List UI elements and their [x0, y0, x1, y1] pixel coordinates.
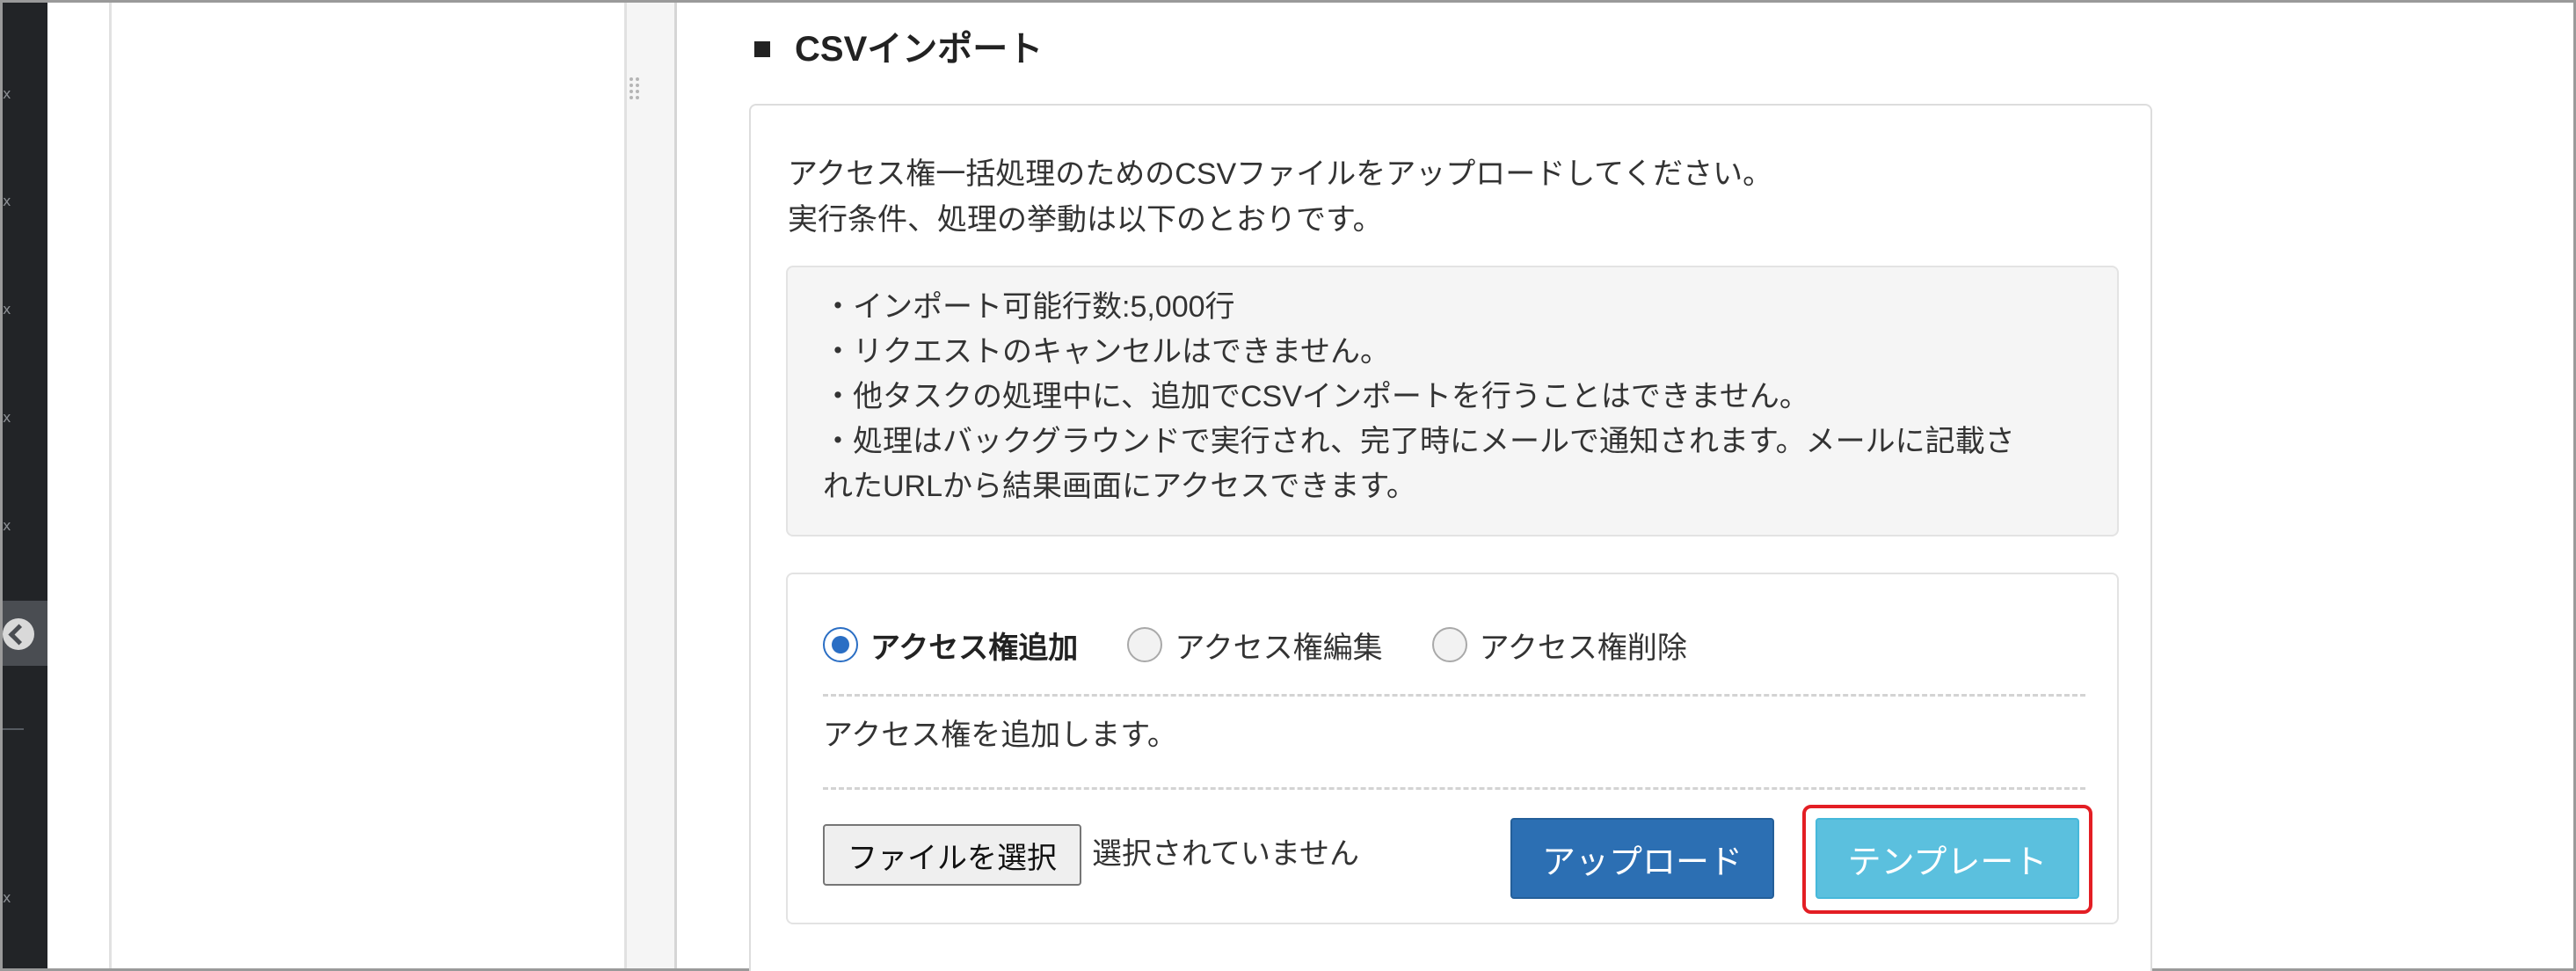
- conditions-box: ・インポート可能行数:5,000行 ・リクエストのキャンセルはできません。 ・他…: [786, 266, 2119, 537]
- nav-mark[interactable]: x: [3, 194, 13, 208]
- nav-collapse-button[interactable]: [3, 601, 47, 666]
- arrow-left-circle-icon: [3, 618, 34, 650]
- dashed-divider: [823, 694, 2085, 697]
- radio-unselected-icon[interactable]: [1431, 627, 1467, 662]
- csv-import-card: アクセス権一括処理のためのCSVファイルをアップロードしてください。 実行条件、…: [749, 104, 2152, 971]
- nav-mark[interactable]: x: [3, 303, 13, 317]
- sidebar-splitter-track: [624, 3, 677, 968]
- nav-mark[interactable]: x: [3, 891, 13, 905]
- sidebar-border: [109, 3, 112, 968]
- section-title-text: CSVインポート: [795, 30, 1044, 69]
- radio-edit-access[interactable]: アクセス権編集: [1127, 624, 1383, 667]
- nav-mark[interactable]: x: [3, 411, 13, 425]
- condition-item: ・リクエストのキャンセルはできません。: [823, 335, 1390, 369]
- condition-item: ・他タスクの処理中に、追加でCSVインポートを行うことはできません。: [823, 380, 1809, 413]
- radio-unselected-icon[interactable]: [1127, 627, 1163, 662]
- choose-file-button[interactable]: ファイルを選択: [823, 824, 1081, 886]
- nav-mark[interactable]: x: [3, 87, 13, 101]
- square-bullet-icon: [754, 41, 770, 57]
- condition-item: ・インポート可能行数:5,000行: [823, 290, 1235, 324]
- radio-label[interactable]: アクセス権編集: [1175, 624, 1382, 667]
- radio-label[interactable]: アクセス権追加: [870, 624, 1078, 667]
- template-button[interactable]: テンプレート: [1816, 818, 2079, 899]
- nav-mark[interactable]: x: [3, 519, 13, 533]
- radio-label[interactable]: アクセス権削除: [1480, 624, 1687, 667]
- operation-description: アクセス権を追加します。: [823, 719, 1177, 752]
- operation-radio-group: アクセス権追加 アクセス権編集 アクセス権削除: [823, 618, 1736, 671]
- dashed-divider: [823, 787, 2085, 790]
- nav-divider: [3, 728, 24, 730]
- section-title: CSVインポート: [754, 27, 1043, 71]
- sidebar-panel: [47, 3, 677, 968]
- file-status-text: 選択されていません: [1092, 837, 1359, 871]
- condition-item: れたURLから結果画面にアクセスできます。: [823, 470, 1416, 503]
- resize-grip-icon[interactable]: [629, 77, 642, 106]
- upload-button[interactable]: アップロード: [1510, 818, 1774, 899]
- condition-item: ・処理はバックグラウンドで実行され、完了時にメールで通知されます。メールに記載さ: [823, 425, 2015, 458]
- intro-line: 実行条件、処理の挙動は以下のとおりです。: [788, 203, 1383, 237]
- left-nav-bar: x x x x x x: [3, 3, 47, 968]
- intro-line: アクセス権一括処理のためのCSVファイルをアップロードしてください。: [788, 157, 1773, 191]
- radio-delete-access[interactable]: アクセス権削除: [1431, 624, 1687, 667]
- radio-add-access[interactable]: アクセス権追加: [823, 624, 1078, 667]
- intro-text: アクセス権一括処理のためのCSVファイルをアップロードしてください。 実行条件、…: [788, 151, 1772, 243]
- radio-selected-icon[interactable]: [823, 627, 858, 662]
- operation-box: アクセス権追加 アクセス権編集 アクセス権削除 アクセス権を追加します。 ファイ…: [786, 573, 2119, 924]
- main-content: CSVインポート アクセス権一括処理のためのCSVファイルをアップロードしてくだ…: [679, 3, 2573, 971]
